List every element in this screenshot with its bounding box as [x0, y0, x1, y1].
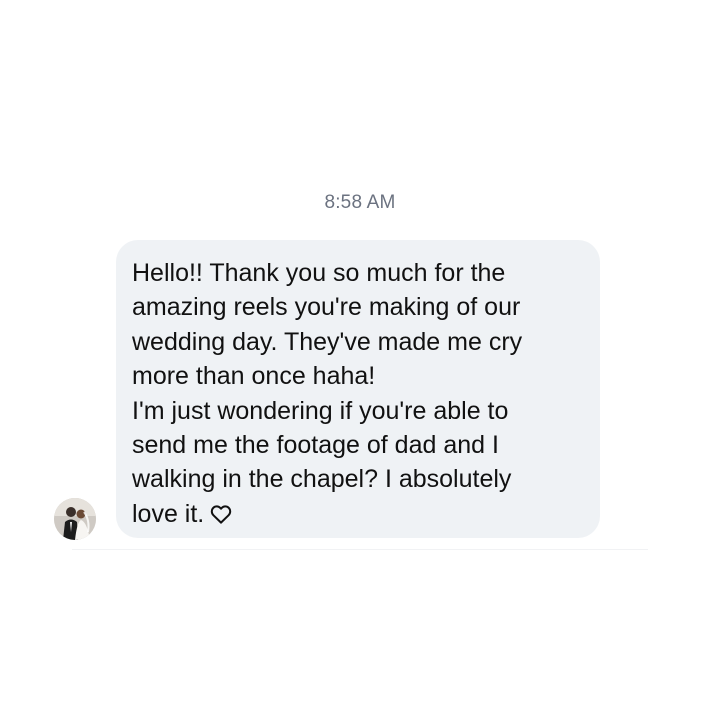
incoming-message-row: Hello!! Thank you so much for the amazin…	[54, 240, 654, 540]
heart-outline-icon	[210, 499, 232, 533]
message-line: send me the footage of dad and I	[132, 431, 499, 460]
message-line: I'm just wondering if you're able to	[132, 396, 509, 425]
message-bubble[interactable]: Hello!! Thank you so much for the amazin…	[116, 240, 600, 538]
sender-avatar[interactable]	[54, 498, 96, 540]
dm-thread-screen: 8:58 AM Hello!! Thank you so much for th…	[0, 0, 720, 720]
message-line: more than once haha!	[132, 362, 376, 391]
wedding-couple-photo-icon	[54, 498, 96, 540]
message-line: walking in the chapel? I absolutely	[132, 465, 512, 494]
message-line-text: love it.	[132, 499, 205, 528]
thread-divider	[72, 549, 648, 550]
message-timestamp: 8:58 AM	[324, 192, 396, 213]
message-line: Hello!! Thank you so much for the	[132, 259, 506, 287]
message-last-line: love it.	[132, 497, 580, 533]
message-line: amazing reels you're making of our	[132, 293, 521, 322]
message-line: wedding day. They've made me cry	[132, 327, 523, 356]
